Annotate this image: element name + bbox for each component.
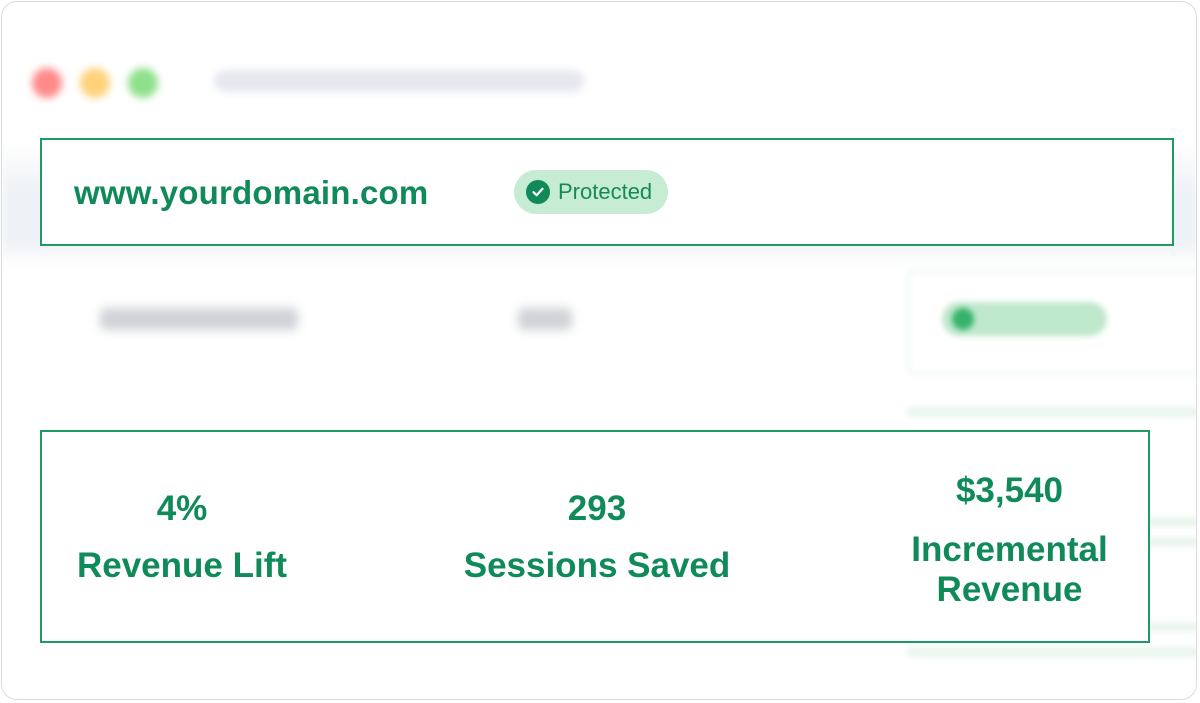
blurred-row-value — [518, 308, 572, 330]
minimize-window-icon[interactable] — [80, 68, 110, 98]
stat-label: Sessions Saved — [463, 546, 731, 585]
stat-sessions-saved: 293 Sessions Saved — [442, 488, 752, 586]
stat-label: Incremental Revenue — [911, 530, 1108, 609]
stats-card: 4% Revenue Lift 293 Sessions Saved $3,54… — [40, 430, 1150, 643]
stat-revenue-lift: 4% Revenue Lift — [42, 488, 322, 586]
stat-incremental-revenue: $3,540 Incremental Revenue — [872, 470, 1147, 610]
close-window-icon[interactable] — [32, 68, 62, 98]
domain-card: www.yourdomain.com Protected — [40, 138, 1174, 246]
stat-value: 293 — [567, 489, 627, 528]
blurred-row-text — [100, 308, 298, 330]
maximize-window-icon[interactable] — [128, 68, 158, 98]
address-bar[interactable] — [214, 70, 584, 92]
stat-label: Revenue Lift — [76, 546, 288, 585]
stat-value: 4% — [156, 489, 208, 528]
browser-window: www.yourdomain.com Protected 4% Revenue … — [1, 1, 1197, 700]
status-badge: Protected — [514, 170, 669, 214]
check-circle-icon — [526, 180, 550, 204]
domain-name: www.yourdomain.com — [74, 174, 429, 211]
blurred-status-dot — [952, 308, 974, 330]
status-badge-label: Protected — [558, 179, 653, 204]
window-controls — [32, 68, 158, 98]
stat-value: $3,540 — [955, 471, 1064, 510]
